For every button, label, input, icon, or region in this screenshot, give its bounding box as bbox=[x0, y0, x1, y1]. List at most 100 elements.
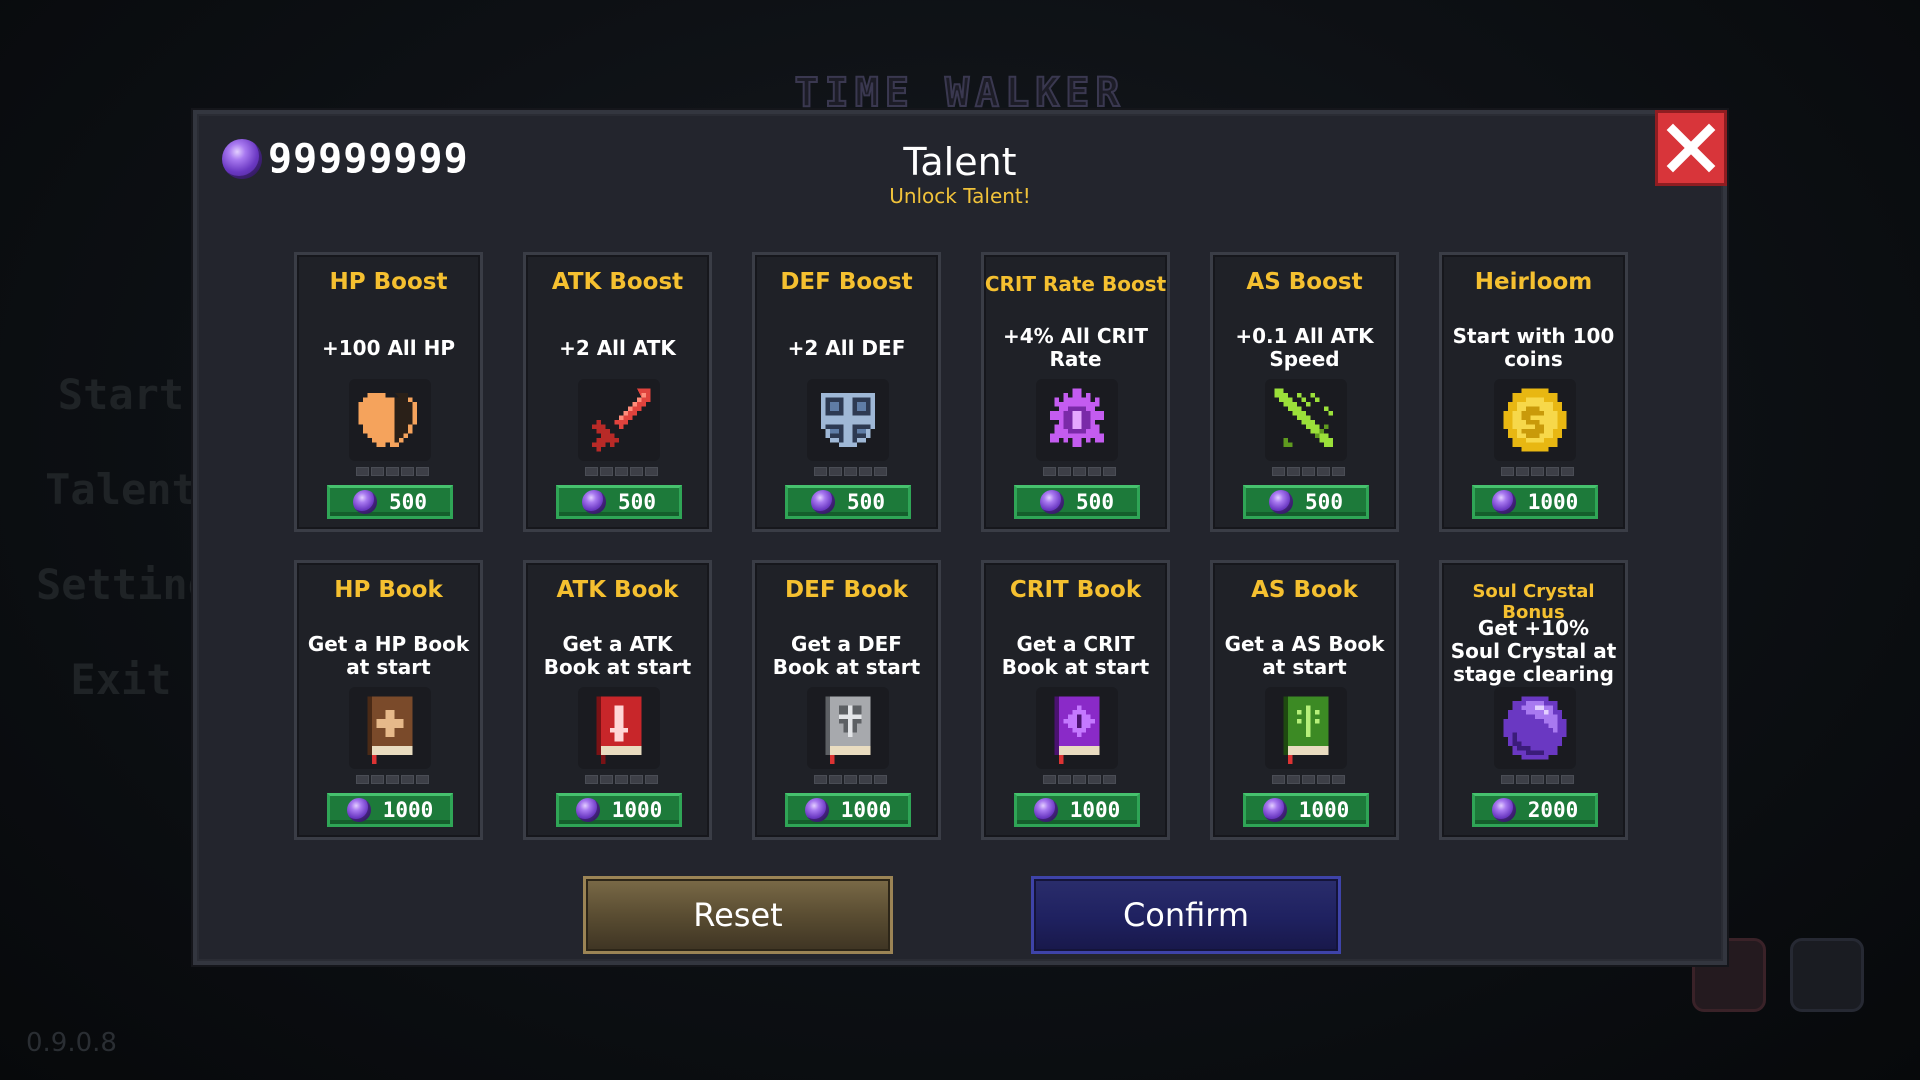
def-book-icon bbox=[825, 696, 871, 764]
buy-button[interactable]: 2000 bbox=[1472, 793, 1598, 827]
atk-book-icon bbox=[596, 696, 642, 764]
level-progress bbox=[356, 775, 429, 784]
talent-card-as-book[interactable]: AS Book Get a AS Book at start 1000 bbox=[1210, 560, 1399, 840]
talent-name: DEF Book bbox=[785, 577, 908, 603]
sword-icon bbox=[592, 388, 651, 452]
talent-name: CRIT Book bbox=[1009, 577, 1142, 603]
buy-button[interactable]: 1000 bbox=[556, 793, 682, 827]
soul-crystal-icon bbox=[582, 490, 607, 514]
buy-button[interactable]: 1000 bbox=[785, 793, 911, 827]
buy-button[interactable]: 500 bbox=[327, 485, 453, 519]
talent-card-soul-crystal-bonus[interactable]: Soul Crystal Bonus Get +10% Soul Crystal… bbox=[1439, 560, 1628, 840]
level-progress bbox=[1043, 775, 1116, 784]
level-progress bbox=[1501, 467, 1574, 476]
talent-desc: +2 All DEF bbox=[787, 335, 906, 360]
talent-desc: +4% All CRIT Rate bbox=[1003, 324, 1148, 371]
soul-crystal-icon bbox=[1503, 696, 1567, 760]
talent-name: DEF Boost bbox=[780, 269, 913, 295]
talent-desc: Get a ATK Book at start bbox=[543, 632, 692, 679]
talent-card-as-boost[interactable]: AS Boost +0.1 All ATK Speed 500 bbox=[1210, 252, 1399, 532]
buy-button[interactable]: 500 bbox=[1014, 485, 1140, 519]
soul-crystal-icon bbox=[346, 798, 371, 822]
soul-crystal-icon bbox=[1040, 490, 1065, 514]
level-progress bbox=[585, 467, 658, 476]
hp-book-icon bbox=[367, 696, 413, 764]
price-label: 1000 bbox=[1527, 490, 1579, 514]
crit-book-icon bbox=[1054, 696, 1100, 764]
buy-button[interactable]: 1000 bbox=[327, 793, 453, 827]
fast-sword-icon bbox=[1274, 388, 1333, 447]
soul-crystal-icon bbox=[811, 490, 836, 514]
talent-desc: Get a DEF Book at start bbox=[772, 632, 921, 679]
talent-name: CRIT Rate Boost bbox=[984, 272, 1167, 296]
soul-crystal-icon bbox=[1491, 490, 1516, 514]
talent-card-crit-book[interactable]: CRIT Book Get a CRIT Book at start 1000 bbox=[981, 560, 1170, 840]
price-label: 500 bbox=[847, 490, 885, 514]
soul-crystal-icon bbox=[804, 798, 829, 822]
talent-card-def-boost[interactable]: DEF Boost +2 All DEF 500 bbox=[752, 252, 941, 532]
menu-item-setting: Setting bbox=[36, 560, 214, 609]
close-icon bbox=[1666, 123, 1716, 173]
reset-button[interactable]: Reset bbox=[583, 876, 893, 954]
main-menu: Start Talent Setting Exit bbox=[36, 370, 214, 750]
talent-desc: Get +10% Soul Crystal at stage clearing bbox=[1450, 615, 1617, 686]
price-label: 1000 bbox=[1298, 798, 1350, 822]
soul-crystal-icon bbox=[575, 798, 600, 822]
as-book-icon bbox=[1283, 696, 1329, 764]
price-label: 1000 bbox=[840, 798, 892, 822]
level-progress bbox=[1272, 467, 1345, 476]
talent-name: ATK Boost bbox=[551, 269, 684, 295]
level-progress bbox=[814, 775, 887, 784]
buy-button[interactable]: 500 bbox=[556, 485, 682, 519]
soul-crystal-icon bbox=[353, 490, 378, 514]
talent-card-atk-boost[interactable]: ATK Boost +2 All ATK 500 bbox=[523, 252, 712, 532]
talent-desc: Get a HP Book at start bbox=[307, 632, 470, 679]
talent-card-crit-rate-boost[interactable]: CRIT Rate Boost +4% All CRIT Rate 500 bbox=[981, 252, 1170, 532]
talent-desc: Get a CRIT Book at start bbox=[1001, 632, 1150, 679]
talent-card-hp-boost[interactable]: HP Boost +100 All HP 500 bbox=[294, 252, 483, 532]
close-button[interactable] bbox=[1655, 110, 1727, 186]
talent-name: ATK Book bbox=[556, 577, 679, 603]
talent-name: HP Book bbox=[334, 577, 443, 603]
buy-button[interactable]: 500 bbox=[785, 485, 911, 519]
buy-button[interactable]: 500 bbox=[1243, 485, 1369, 519]
talent-desc: +2 All ATK bbox=[559, 335, 676, 360]
confirm-button[interactable]: Confirm bbox=[1031, 876, 1341, 954]
menu-item-start: Start bbox=[57, 370, 185, 419]
level-progress bbox=[585, 775, 658, 784]
game-title-logo: TIME WALKER bbox=[794, 69, 1126, 117]
soul-crystal-icon bbox=[1033, 798, 1058, 822]
price-label: 1000 bbox=[382, 798, 434, 822]
buy-button[interactable]: 1000 bbox=[1243, 793, 1369, 827]
soul-crystal-icon bbox=[1269, 490, 1294, 514]
price-label: 500 bbox=[389, 490, 427, 514]
price-label: 1000 bbox=[611, 798, 663, 822]
talent-card-heirloom[interactable]: Heirloom Start with 100 coins 1000 bbox=[1439, 252, 1628, 532]
price-label: 2000 bbox=[1527, 798, 1579, 822]
talent-card-hp-book[interactable]: HP Book Get a HP Book at start 1000 bbox=[294, 560, 483, 840]
soul-crystal-icon bbox=[1491, 798, 1516, 822]
soul-crystal-icon bbox=[1262, 798, 1287, 822]
talent-desc: +100 All HP bbox=[321, 335, 456, 360]
coin-icon bbox=[1503, 388, 1567, 452]
price-label: 500 bbox=[1076, 490, 1114, 514]
discord-icon bbox=[1790, 938, 1864, 1012]
price-label: 500 bbox=[1305, 490, 1343, 514]
level-progress bbox=[1501, 775, 1574, 784]
talent-card-def-book[interactable]: DEF Book Get a DEF Book at start 1000 bbox=[752, 560, 941, 840]
talent-name: AS Book bbox=[1251, 577, 1358, 603]
talent-name: Heirloom bbox=[1474, 269, 1593, 295]
level-progress bbox=[1043, 467, 1116, 476]
crit-burst-icon bbox=[1050, 388, 1104, 447]
buy-button[interactable]: 1000 bbox=[1472, 485, 1598, 519]
talent-card-atk-book[interactable]: ATK Book Get a ATK Book at start 1000 bbox=[523, 560, 712, 840]
price-label: 500 bbox=[618, 490, 656, 514]
talent-grid: HP Boost +100 All HP 500 ATK Boost +2 Al… bbox=[294, 252, 1634, 840]
price-label: 1000 bbox=[1069, 798, 1121, 822]
talent-dialog: 99999999 Talent Unlock Talent! HP Boost … bbox=[193, 110, 1727, 965]
buy-button[interactable]: 1000 bbox=[1014, 793, 1140, 827]
talent-name: HP Boost bbox=[329, 269, 448, 295]
talent-desc: +0.1 All ATK Speed bbox=[1235, 324, 1374, 371]
dialog-title: Talent bbox=[903, 140, 1017, 184]
version-label: 0.9.0.8 bbox=[26, 1028, 117, 1058]
